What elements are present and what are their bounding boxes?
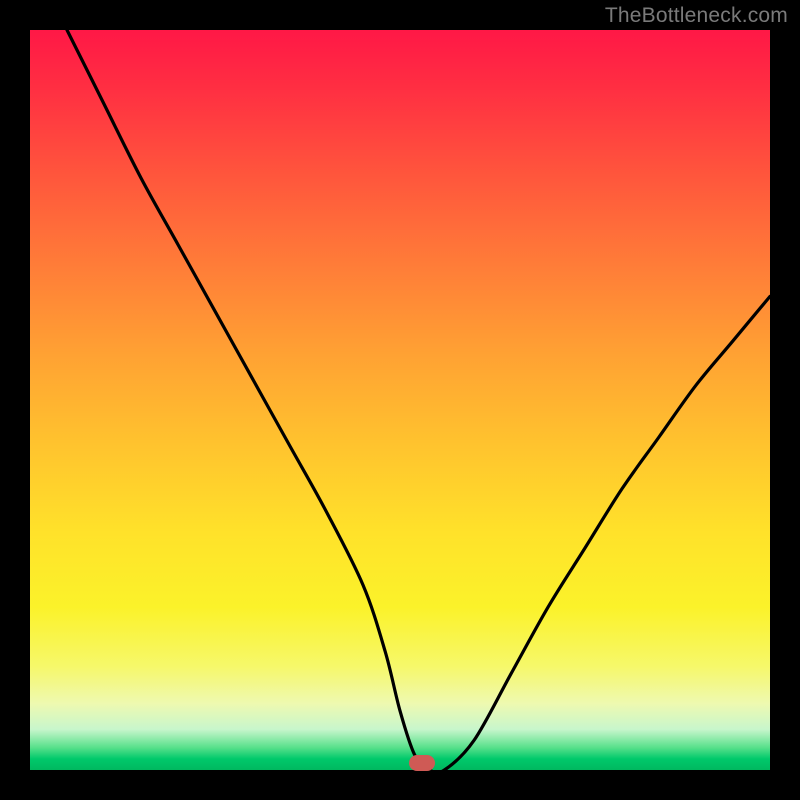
chart-frame: TheBottleneck.com	[0, 0, 800, 800]
watermark-text: TheBottleneck.com	[605, 4, 788, 28]
bottleneck-curve	[30, 30, 770, 770]
optimal-point-marker	[409, 755, 435, 771]
plot-area	[30, 30, 770, 770]
